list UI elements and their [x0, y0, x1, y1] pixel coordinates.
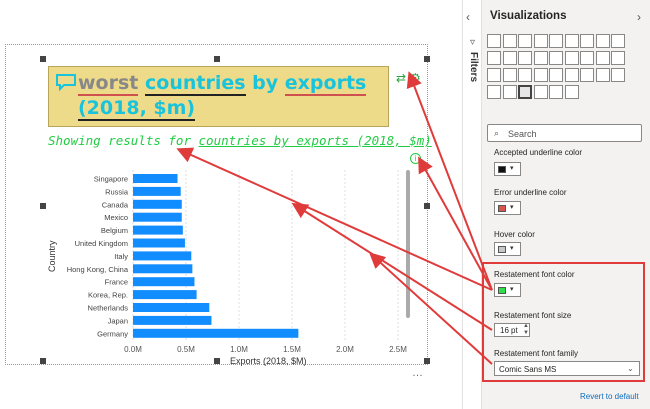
arrow	[369, 252, 493, 365]
arrow	[291, 202, 493, 331]
arrow	[418, 156, 493, 291]
arrow	[176, 147, 493, 291]
annotation-arrows	[176, 71, 493, 365]
